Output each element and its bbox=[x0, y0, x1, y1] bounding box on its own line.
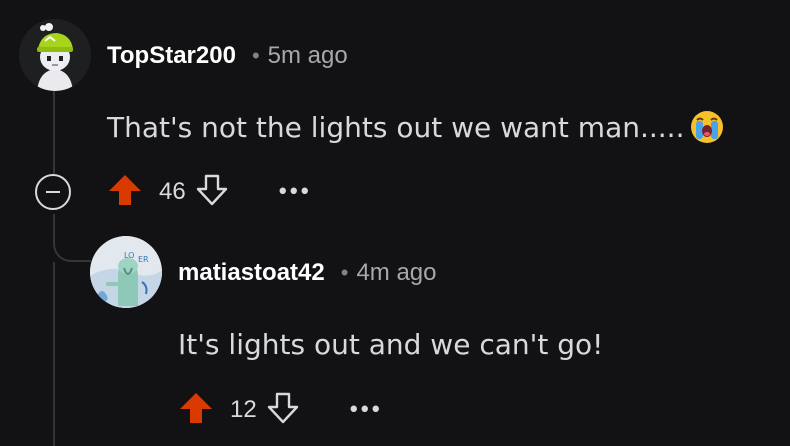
collapse-thread-button[interactable] bbox=[35, 174, 71, 210]
timestamp[interactable]: 4m ago bbox=[356, 259, 436, 287]
comment-actions: 12 ••• bbox=[178, 390, 382, 430]
svg-text:ER: ER bbox=[138, 255, 149, 264]
separator-dot: • bbox=[340, 260, 349, 285]
separator-dot: • bbox=[251, 43, 260, 68]
comment-text: That's not the lights out we want man...… bbox=[107, 110, 685, 144]
reply-connector-line bbox=[53, 214, 91, 262]
more-options-button[interactable]: ••• bbox=[276, 174, 311, 210]
downvote-button[interactable] bbox=[194, 172, 230, 212]
upvote-button[interactable] bbox=[107, 172, 143, 212]
comment-meta: matiastoat42 • 4m ago bbox=[178, 259, 437, 287]
username[interactable]: TopStar200 bbox=[107, 42, 236, 70]
comment-body: It's lights out and we can't go! bbox=[178, 328, 603, 361]
downvote-arrow-icon bbox=[196, 174, 227, 206]
comment-thread: TopStar200 • 5m ago That's not the light… bbox=[0, 0, 790, 446]
downvote-arrow-icon bbox=[267, 392, 298, 424]
upvote-arrow-icon bbox=[109, 175, 141, 205]
timestamp[interactable]: 5m ago bbox=[268, 42, 348, 70]
loudly-crying-face-icon bbox=[690, 110, 724, 144]
avatar[interactable] bbox=[19, 19, 91, 91]
vote-score: 12 bbox=[230, 396, 257, 423]
upvote-arrow-icon bbox=[180, 393, 212, 423]
comment-meta: TopStar200 • 5m ago bbox=[107, 42, 348, 70]
avatar-image bbox=[19, 19, 91, 91]
vote-score: 46 bbox=[159, 178, 186, 205]
minus-icon bbox=[46, 191, 60, 193]
comment-text: It's lights out and we can't go! bbox=[178, 328, 604, 361]
comment-body: That's not the lights out we want man...… bbox=[107, 110, 724, 144]
svg-text:LO: LO bbox=[124, 251, 134, 260]
avatar[interactable]: LO ER bbox=[90, 236, 162, 308]
avatar-image: LO ER bbox=[90, 236, 162, 308]
downvote-button[interactable] bbox=[265, 390, 301, 430]
thread-line[interactable] bbox=[53, 262, 55, 446]
more-options-button[interactable]: ••• bbox=[347, 392, 382, 428]
upvote-button[interactable] bbox=[178, 390, 214, 430]
username[interactable]: matiastoat42 bbox=[178, 259, 325, 287]
comment-actions: 46 ••• bbox=[107, 172, 311, 212]
thread-line[interactable] bbox=[53, 90, 55, 174]
